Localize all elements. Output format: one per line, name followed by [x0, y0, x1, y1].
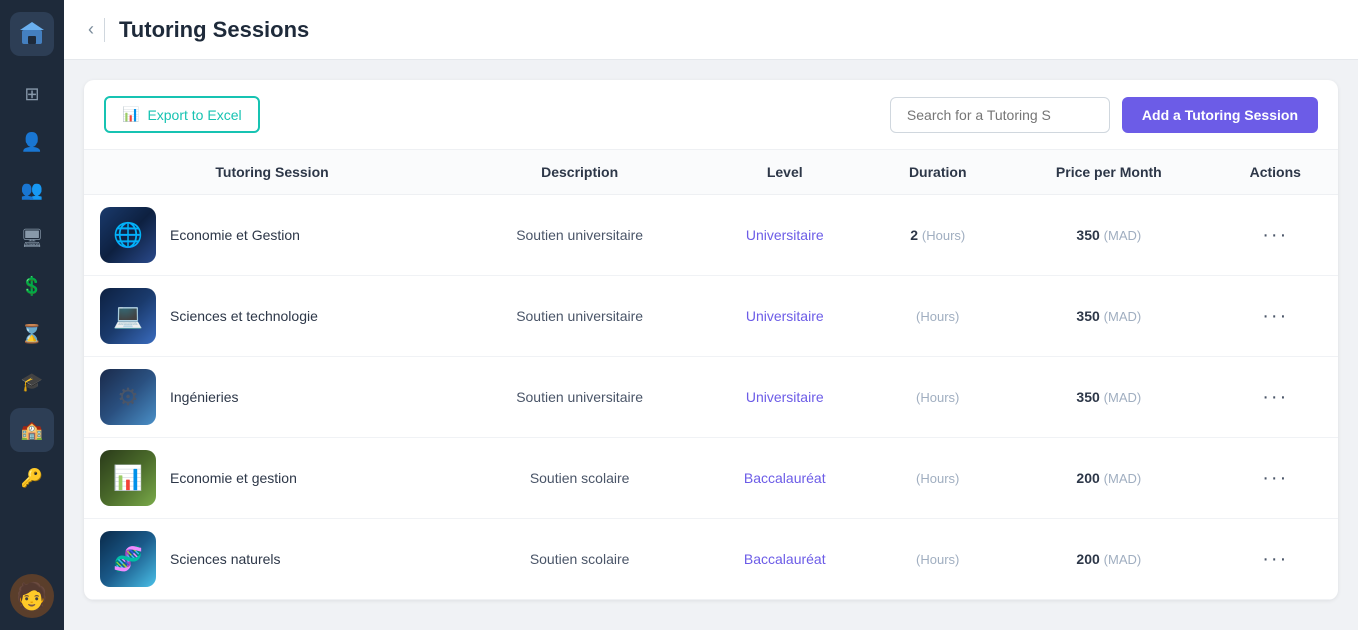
- session-name-1: Sciences et technologie: [170, 308, 318, 324]
- table-row: 🧬 Sciences naturels Soutien scolaire Bac…: [84, 519, 1338, 600]
- user-avatar[interactable]: 🧑: [10, 574, 54, 618]
- actions-button-2[interactable]: ···: [1262, 386, 1288, 409]
- session-name-4: Sciences naturels: [170, 551, 281, 567]
- duration-cell-4: (Hours): [870, 519, 1005, 600]
- col-description: Description: [460, 150, 699, 195]
- sidebar: ⊞ 👤 👥 🖥 💲 ⌛ 🎓 🏫 🔑 🧑: [0, 0, 64, 630]
- actions-cell-2: ···: [1213, 357, 1338, 438]
- description-cell-0: Soutien universitaire: [460, 195, 699, 276]
- col-duration: Duration: [870, 150, 1005, 195]
- toolbar: 📊 Export to Excel Add a Tutoring Session: [84, 80, 1338, 149]
- app-logo[interactable]: [10, 12, 54, 56]
- col-actions: Actions: [1213, 150, 1338, 195]
- actions-cell-1: ···: [1213, 276, 1338, 357]
- back-button[interactable]: ‹: [88, 19, 94, 40]
- search-input[interactable]: [890, 97, 1110, 133]
- level-cell-3: Baccalauréat: [699, 438, 870, 519]
- table-row: 💻 Sciences et technologie Soutien univer…: [84, 276, 1338, 357]
- table-row: 📊 Economie et gestion Soutien scolaire B…: [84, 438, 1338, 519]
- duration-cell-2: (Hours): [870, 357, 1005, 438]
- sidebar-item-graduation[interactable]: 🎓: [10, 360, 54, 404]
- description-cell-3: Soutien scolaire: [460, 438, 699, 519]
- export-icon: 📊: [122, 106, 139, 123]
- page-header: ‹ Tutoring Sessions: [64, 0, 1358, 60]
- actions-button-4[interactable]: ···: [1262, 548, 1288, 571]
- actions-button-1[interactable]: ···: [1262, 305, 1288, 328]
- description-cell-4: Soutien scolaire: [460, 519, 699, 600]
- price-cell-1: 350 (MAD): [1005, 276, 1212, 357]
- graduation-icon: 🎓: [21, 372, 43, 393]
- page-title: Tutoring Sessions: [119, 17, 309, 43]
- price-cell-2: 350 (MAD): [1005, 357, 1212, 438]
- duration-cell-1: (Hours): [870, 276, 1005, 357]
- session-cell-1: 💻 Sciences et technologie: [84, 276, 460, 357]
- page-content: 📊 Export to Excel Add a Tutoring Session…: [64, 60, 1358, 630]
- col-price: Price per Month: [1005, 150, 1212, 195]
- session-thumbnail-0: 🌐: [100, 207, 156, 263]
- price-cell-3: 200 (MAD): [1005, 438, 1212, 519]
- session-thumbnail-3: 📊: [100, 450, 156, 506]
- sidebar-item-people[interactable]: 👥: [10, 168, 54, 212]
- session-cell-3: 📊 Economie et gestion: [84, 438, 460, 519]
- duration-cell-3: (Hours): [870, 438, 1005, 519]
- session-name-2: Ingénieries: [170, 389, 239, 405]
- sidebar-item-keys[interactable]: 🔑: [10, 456, 54, 500]
- price-cell-4: 200 (MAD): [1005, 519, 1212, 600]
- keys-icon: 🔑: [21, 468, 43, 489]
- sidebar-item-students[interactable]: 👤: [10, 120, 54, 164]
- add-session-button[interactable]: Add a Tutoring Session: [1122, 97, 1318, 133]
- price-cell-0: 350 (MAD): [1005, 195, 1212, 276]
- actions-button-3[interactable]: ···: [1262, 467, 1288, 490]
- avatar-image: 🧑: [16, 581, 48, 612]
- people-icon: 👥: [21, 180, 43, 201]
- actions-cell-3: ···: [1213, 438, 1338, 519]
- session-thumbnail-2: ⚙: [100, 369, 156, 425]
- level-cell-4: Baccalauréat: [699, 519, 870, 600]
- session-name-3: Economie et gestion: [170, 470, 297, 486]
- sidebar-item-monitor[interactable]: 🖥: [10, 216, 54, 260]
- duration-cell-0: 2 (Hours): [870, 195, 1005, 276]
- level-cell-1: Universitaire: [699, 276, 870, 357]
- schedule-icon: ⌛: [21, 324, 43, 345]
- sessions-table: Tutoring Session Description Level Durat…: [84, 149, 1338, 600]
- table-row: ⚙ Ingénieries Soutien universitaire Univ…: [84, 357, 1338, 438]
- actions-cell-0: ···: [1213, 195, 1338, 276]
- sidebar-item-dashboard[interactable]: ⊞: [10, 72, 54, 116]
- students-icon: 👤: [21, 132, 43, 153]
- session-cell-0: 🌐 Economie et Gestion: [84, 195, 460, 276]
- col-session: Tutoring Session: [84, 150, 460, 195]
- main-content: ‹ Tutoring Sessions 📊 Export to Excel Ad…: [64, 0, 1358, 630]
- sidebar-item-tutoring[interactable]: 🏫: [10, 408, 54, 452]
- table-row: 🌐 Economie et Gestion Soutien universita…: [84, 195, 1338, 276]
- description-cell-1: Soutien universitaire: [460, 276, 699, 357]
- col-level: Level: [699, 150, 870, 195]
- table-header-row: Tutoring Session Description Level Durat…: [84, 150, 1338, 195]
- export-button[interactable]: 📊 Export to Excel: [104, 96, 260, 133]
- session-cell-4: 🧬 Sciences naturels: [84, 519, 460, 600]
- description-cell-2: Soutien universitaire: [460, 357, 699, 438]
- header-divider: [104, 18, 105, 42]
- session-cell-2: ⚙ Ingénieries: [84, 357, 460, 438]
- session-thumbnail-4: 🧬: [100, 531, 156, 587]
- dashboard-icon: ⊞: [24, 84, 39, 105]
- sessions-card: 📊 Export to Excel Add a Tutoring Session…: [84, 80, 1338, 600]
- level-cell-0: Universitaire: [699, 195, 870, 276]
- tutoring-icon: 🏫: [21, 420, 43, 441]
- session-name-0: Economie et Gestion: [170, 227, 300, 243]
- sidebar-item-finance[interactable]: 💲: [10, 264, 54, 308]
- actions-cell-4: ···: [1213, 519, 1338, 600]
- monitor-icon: 🖥: [21, 228, 44, 249]
- sidebar-item-schedule[interactable]: ⌛: [10, 312, 54, 356]
- level-cell-2: Universitaire: [699, 357, 870, 438]
- finance-icon: 💲: [21, 276, 43, 297]
- session-thumbnail-1: 💻: [100, 288, 156, 344]
- actions-button-0[interactable]: ···: [1262, 224, 1288, 247]
